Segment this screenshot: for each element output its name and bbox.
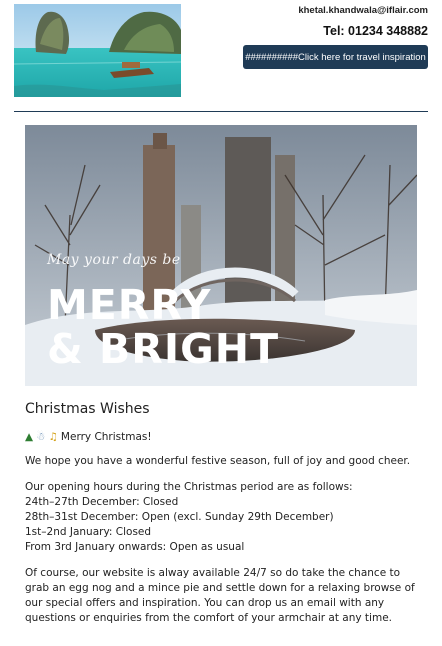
hours-line: 1st–2nd January: Closed [25,526,152,538]
greeting-text: Merry Christmas! [60,431,152,443]
bell-icon: ♫ [48,431,58,443]
opening-hours-block: Our opening hours during the Christmas p… [25,480,420,555]
tree-icon: ▲ [25,431,34,443]
email-body: Christmas Wishes ▲ ☃ ♫ Merry Christmas! … [25,401,420,626]
banner-script-text: May your days be [47,252,181,268]
hours-line: 28th–31st December: Open (excl. Sunday 2… [25,511,334,523]
header-divider [14,111,428,112]
intro-paragraph: We hope you have a wonderful festive sea… [25,455,411,467]
hours-line: 24th–27th December: Closed [25,496,179,508]
closing-paragraph: Of course, our website is alway availabl… [25,567,415,624]
section-heading: Christmas Wishes [25,401,150,417]
hours-line: From 3rd January onwards: Open as usual [25,541,245,553]
contact-phone: Tel: 01234 348882 [323,24,428,38]
hours-intro: Our opening hours during the Christmas p… [25,481,353,493]
christmas-banner: May your days be MERRY & BRIGHT [25,125,417,386]
contact-email[interactable]: khetal.khandwala@iflair.com [298,4,428,18]
email-header: khetal.khandwala@iflair.com Tel: 01234 3… [0,0,442,112]
tropical-lagoon-image[interactable] [14,4,181,97]
banner-title-line-2: & BRIGHT [47,325,280,373]
snowman-icon: ☃ [36,431,46,443]
banner-title-line-1: MERRY [47,281,212,329]
greeting-line: ▲ ☃ ♫ Merry Christmas! [25,431,420,443]
contact-block: khetal.khandwala@iflair.com Tel: 01234 3… [298,4,428,38]
travel-inspiration-button[interactable]: ##########Click here for travel inspirat… [243,45,428,69]
